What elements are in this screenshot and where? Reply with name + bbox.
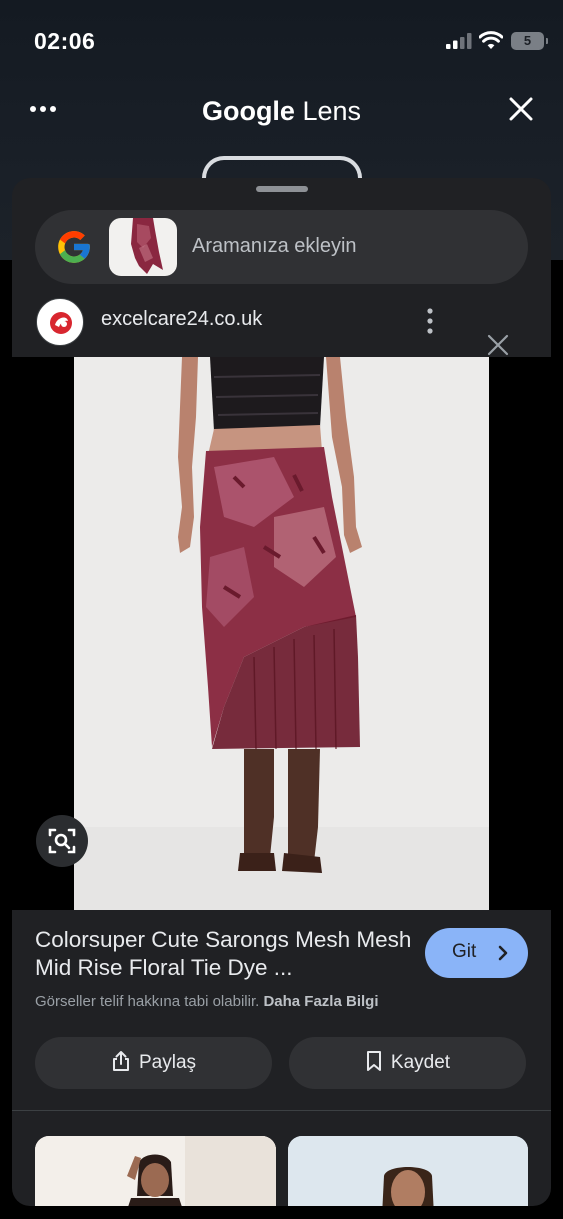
share-icon xyxy=(112,1051,129,1071)
related-result-card[interactable] xyxy=(35,1136,276,1206)
query-image-thumbnail[interactable] xyxy=(109,218,177,276)
save-button-label: Kaydet xyxy=(390,1052,451,1073)
related-result-card[interactable] xyxy=(288,1136,528,1206)
lens-search-icon[interactable] xyxy=(36,815,88,867)
save-button[interactable]: Kaydet xyxy=(289,1037,526,1089)
chevron-right-icon xyxy=(498,945,508,961)
result-title[interactable]: Colorsuper Cute Sarongs Mesh Mesh Mid Ri… xyxy=(35,926,415,982)
wifi-icon xyxy=(479,31,503,49)
bookmark-icon xyxy=(366,1051,381,1071)
results-sheet: Aramanıza ekleyin excelcare24.co.uk Colo… xyxy=(12,178,551,1206)
more-info-link[interactable]: Daha Fazla Bilgi xyxy=(263,993,378,1010)
divider xyxy=(12,1110,551,1111)
copyright-text: Görseller telif hakkına tabi olabilir. xyxy=(35,993,260,1010)
site-favicon-icon xyxy=(36,298,84,346)
lens-title-product: Lens xyxy=(302,96,362,126)
share-button[interactable]: Paylaş xyxy=(35,1037,272,1089)
search-bar[interactable]: Aramanıza ekleyin xyxy=(35,210,528,284)
status-bar: 02:06 5 xyxy=(0,0,563,80)
product-image[interactable] xyxy=(74,357,489,910)
go-button[interactable]: Git xyxy=(425,928,528,978)
result-image-area xyxy=(12,357,551,910)
more-vertical-icon[interactable] xyxy=(420,306,440,336)
status-time: 02:06 xyxy=(34,28,96,54)
lens-header: Google Lens xyxy=(0,86,563,134)
close-icon[interactable] xyxy=(506,94,536,124)
cellular-signal-icon xyxy=(446,33,472,49)
go-button-label: Git xyxy=(452,941,477,962)
close-icon[interactable] xyxy=(486,333,510,357)
search-input[interactable]: Aramanıza ekleyin xyxy=(192,235,357,258)
source-row[interactable]: excelcare24.co.uk xyxy=(12,290,551,357)
lens-title-brand: Google xyxy=(201,96,295,126)
google-g-icon xyxy=(58,231,90,263)
source-site-name[interactable]: excelcare24.co.uk xyxy=(101,308,262,331)
sheet-drag-handle[interactable] xyxy=(256,186,308,192)
battery-indicator: 5 xyxy=(511,32,548,50)
share-button-label: Paylaş xyxy=(138,1052,197,1073)
copyright-notice: Görseller telif hakkına tabi olabilir. D… xyxy=(35,993,378,1010)
lens-title: Google Lens xyxy=(0,96,563,127)
